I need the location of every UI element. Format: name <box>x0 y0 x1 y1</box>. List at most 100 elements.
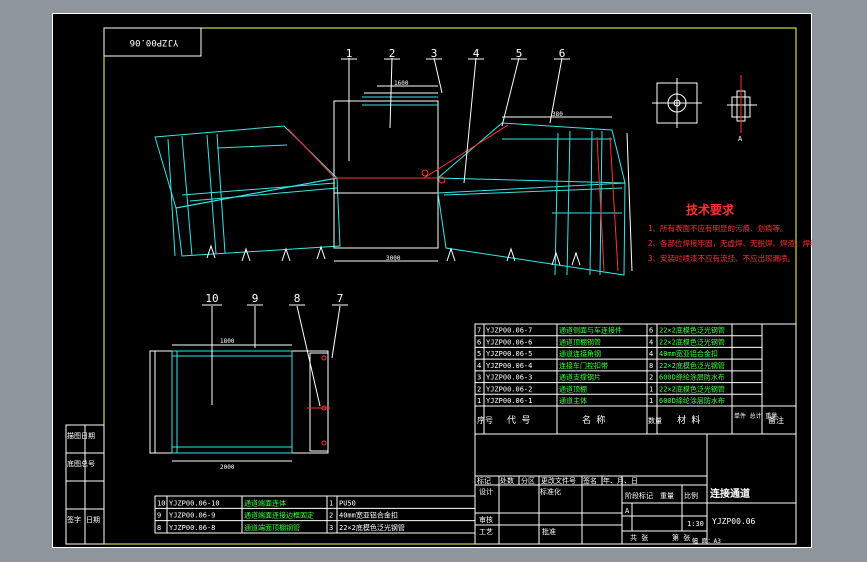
lower-part-no: 8 <box>157 524 161 532</box>
side-labels: 描图日期 底图总号 签字 日期 <box>65 424 105 545</box>
tb-drawing-no: YJZP00.06 <box>712 517 756 526</box>
tb-standard: 标准化 <box>540 487 561 496</box>
tb-zone: 分区 <box>521 476 535 485</box>
header-code: 代 号 <box>507 415 530 426</box>
lower-part-material: 40mm宽亚铝合金扣 <box>339 511 398 520</box>
part-code: YJZP00.06-1 <box>486 397 532 405</box>
part-code: YJZP00.06-4 <box>486 362 532 370</box>
tb-page-size: 幅 面：A3 <box>692 537 721 545</box>
callout-9: 9 <box>252 292 259 305</box>
header-material: 材 料 <box>677 414 700 426</box>
title-block: 标记 处数 分区 更改文件号 签名 年、月、日 设计 标准化 审核 工艺 批准 … <box>474 433 797 545</box>
part-name: 通道连接角钢 <box>559 349 601 358</box>
header-name: 名 称 <box>582 414 605 426</box>
callout-2: 2 <box>389 47 396 60</box>
callout-1: 1 <box>346 47 353 60</box>
part-qty: 1 <box>649 385 653 393</box>
dim-top2: 380 <box>552 111 563 118</box>
part-material: 22×2底模色泛光钢管 <box>659 337 725 346</box>
side-label-2: 签字 <box>67 515 81 524</box>
part-name: 通道顶棚钢管 <box>559 337 601 346</box>
part-no: 1 <box>477 397 481 405</box>
outer-border <box>52 13 812 548</box>
tb-stage: A <box>625 507 630 515</box>
main-view <box>154 57 633 276</box>
part-no: 2 <box>477 385 481 393</box>
part-material: 22×2底模色泛光钢管 <box>659 384 725 393</box>
lower-part-material: PU50 <box>339 499 356 507</box>
part-qty: 2 <box>649 374 653 382</box>
dim-detail-top: 1800 <box>220 338 235 345</box>
part-material: 22×2底模色泛光钢管 <box>659 361 725 370</box>
header-remark: 备注 <box>768 415 784 425</box>
tb-scale: 1:30 <box>687 520 704 528</box>
tb-mark: 标记 <box>477 476 491 485</box>
callout-6: 6 <box>559 47 566 60</box>
callout-4: 4 <box>473 47 480 60</box>
callout-10: 10 <box>205 292 218 305</box>
tech-requirements: 技术要求 1、所有表面不应有明显的污痕、划痕等。 2、各部位焊接牢固，无虚焊、无… <box>648 202 812 263</box>
part-code: YJZP00.06-7 <box>486 327 532 335</box>
part-material: 22×2底模色泛光钢管 <box>659 326 725 335</box>
tb-approve: 批准 <box>542 527 556 536</box>
lower-part-qty: 2 <box>329 512 333 520</box>
tech-item-2: 2、各部位焊接牢固，无虚焊、无脱焊、焊渣、焊缝。 <box>648 238 812 248</box>
part-code: YJZP00.06-3 <box>486 374 532 382</box>
lower-part-material: 22×2底模色泛光钢管 <box>339 523 405 532</box>
parts-list-lower: 10 YJZP00.06-10 通道端面连体 1 PU50 9 YJZP00.06-9 通道端… <box>154 495 476 534</box>
dim-detail-w: 2000 <box>220 464 235 471</box>
part-code: YJZP00.06-2 <box>486 385 532 393</box>
callout-7: 7 <box>337 292 344 305</box>
tb-drawing-name: 连接通道 <box>710 487 750 500</box>
callout-5: 5 <box>516 47 523 60</box>
tb-weight-label: 重量 <box>660 492 674 500</box>
part-name: 通道侧面与车连接件 <box>559 326 622 335</box>
end-frame-view <box>149 305 341 462</box>
part-qty: 4 <box>649 350 653 358</box>
callouts-main: 1 2 3 4 5 6 <box>341 47 570 60</box>
part-name: 连接车门控扣带 <box>559 361 608 370</box>
callout-3: 3 <box>431 47 438 60</box>
header-no: 序号 <box>477 415 493 425</box>
tb-sheets-total: 共 张 <box>630 533 648 542</box>
part-no: 6 <box>477 338 481 346</box>
part-qty: 4 <box>649 338 653 346</box>
lower-part-name: 通道端面顶棚钢管 <box>244 523 300 532</box>
parts-list-upper: 7 YJZP00.06-7 通道侧面与车连接件 6 22×2底模色泛光钢管 6 YJZP00… <box>474 323 797 435</box>
tb-audit: 审核 <box>479 515 493 524</box>
rotated-drawing-code: YJZP00.06 <box>130 37 179 47</box>
lower-part-code: YJZP00.06-8 <box>169 524 215 532</box>
tb-process: 工艺 <box>479 528 493 536</box>
tb-scale-label: 比例 <box>684 491 698 500</box>
part-qty: 6 <box>649 327 653 335</box>
tech-title: 技术要求 <box>686 202 735 217</box>
side-label-3: 日期 <box>86 516 100 524</box>
part-name: 通道支撑钢片 <box>559 373 601 382</box>
tb-date: 年、月、日 <box>603 476 638 485</box>
tb-stage-label: 阶段标记 <box>625 491 653 500</box>
inner-border <box>103 27 797 545</box>
dim-top: 1600 <box>394 80 409 87</box>
lower-part-code: YJZP00.06-9 <box>169 512 215 520</box>
lower-part-qty: 3 <box>329 524 333 532</box>
part-qty: 1 <box>649 397 653 405</box>
side-label-1: 底图总号 <box>67 459 95 468</box>
tech-item-3: 3、安装时喷漆不应有流挂、不应出现漏喷。 <box>648 253 795 263</box>
tb-sheet-no: 第 张 <box>672 533 690 542</box>
svg-text:A: A <box>738 135 743 143</box>
dim-bottom: 3000 <box>386 255 401 262</box>
part-no: 4 <box>477 362 481 370</box>
lower-part-no: 9 <box>157 512 161 520</box>
cad-drawing: YJZP00.06 描图日期 底图总号 签字 日期 1 2 3 4 5 6 30… <box>52 13 812 548</box>
detail-views: A <box>652 75 757 143</box>
part-no: 5 <box>477 350 481 358</box>
callout-8: 8 <box>294 292 301 305</box>
header-qty: 数量 <box>648 416 662 425</box>
tb-sign: 签名 <box>583 476 597 485</box>
tb-change-doc: 更改文件号 <box>541 476 576 485</box>
lower-part-name: 通道端面连接边框固定 <box>244 511 314 520</box>
part-name: 通道主体 <box>559 396 587 405</box>
drawing-sheet: YJZP00.06 描图日期 底图总号 签字 日期 1 2 3 4 5 6 30… <box>52 13 812 548</box>
part-material: 600D绦纶涂层防水布 <box>659 396 725 405</box>
side-label-0: 描图日期 <box>67 431 95 440</box>
